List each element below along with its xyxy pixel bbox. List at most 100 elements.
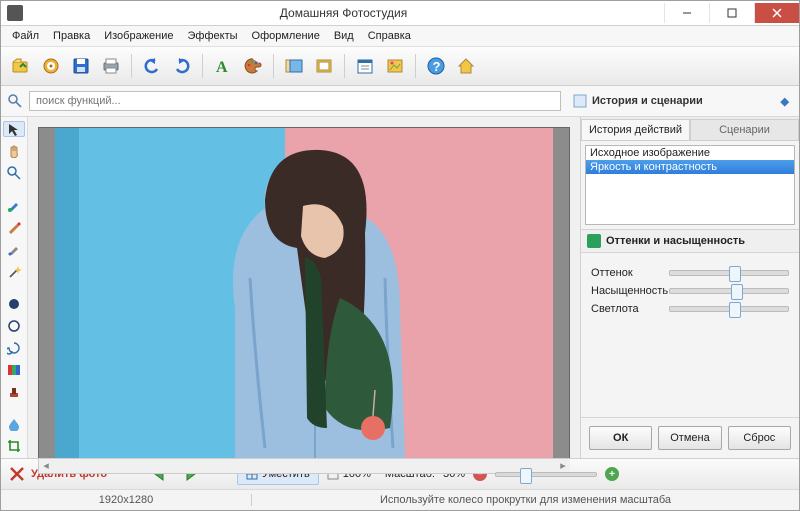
tool-strip bbox=[1, 117, 28, 458]
slider-hue-label: Оттенок bbox=[591, 267, 669, 279]
svg-text:A: A bbox=[216, 59, 228, 76]
lighten-tool[interactable] bbox=[3, 318, 25, 334]
scroll-right-icon[interactable]: ▸ bbox=[556, 459, 570, 471]
help-button[interactable]: ? bbox=[422, 52, 450, 80]
horizontal-scrollbar[interactable]: ◂ ▸ bbox=[38, 459, 570, 474]
palette-button[interactable] bbox=[239, 52, 267, 80]
search-row: История и сценарии ◆ bbox=[1, 86, 799, 117]
print-button[interactable] bbox=[97, 52, 125, 80]
menu-help[interactable]: Справка bbox=[361, 28, 418, 44]
redo-button[interactable] bbox=[168, 52, 196, 80]
undo-button[interactable] bbox=[138, 52, 166, 80]
home-button[interactable] bbox=[452, 52, 480, 80]
body: ◂ ▸ История действий Сценарии Исходное и… bbox=[1, 117, 799, 458]
history-tabs: История действий Сценарии bbox=[581, 117, 799, 141]
postcard-button[interactable] bbox=[381, 52, 409, 80]
main-toolbar: A ? bbox=[1, 47, 799, 86]
menu-image[interactable]: Изображение bbox=[97, 28, 180, 44]
slider-lightness-track[interactable] bbox=[669, 306, 789, 312]
toolbar-separator bbox=[415, 54, 416, 78]
search-input[interactable] bbox=[29, 91, 561, 111]
slider-saturation: Насыщенность bbox=[591, 285, 789, 297]
slider-hue-track[interactable] bbox=[669, 270, 789, 276]
photo-content bbox=[55, 128, 553, 458]
hsv-panel-header: Оттенки и насыщенность bbox=[581, 229, 799, 253]
status-hint: Используйте колесо прокрутки для изменен… bbox=[252, 494, 799, 506]
stamp-tool[interactable] bbox=[3, 384, 25, 400]
menu-bar: Файл Правка Изображение Эффекты Оформлен… bbox=[1, 26, 799, 47]
zoom-in-button[interactable]: + bbox=[605, 467, 619, 481]
catalog-button[interactable] bbox=[37, 52, 65, 80]
zoom-slider-thumb[interactable] bbox=[520, 468, 532, 484]
history-panel-header: История и сценарии ◆ bbox=[565, 94, 795, 108]
svg-text:?: ? bbox=[433, 59, 441, 74]
menu-file[interactable]: Файл bbox=[5, 28, 46, 44]
save-button[interactable] bbox=[67, 52, 95, 80]
status-dimensions: 1920x1280 bbox=[1, 494, 252, 506]
slider-lightness-thumb[interactable] bbox=[729, 302, 741, 318]
close-button[interactable] bbox=[754, 3, 799, 23]
app-window: Домашняя Фотостудия Файл Правка Изображе… bbox=[0, 0, 800, 511]
reset-button[interactable]: Сброс bbox=[728, 426, 791, 450]
history-item[interactable]: Исходное изображение bbox=[586, 146, 794, 160]
slider-lightness-label: Светлота bbox=[591, 303, 669, 315]
tab-history[interactable]: История действий bbox=[581, 119, 690, 140]
status-bar: 1920x1280 Используйте колесо прокрутки д… bbox=[1, 489, 799, 510]
history-item-selected[interactable]: Яркость и контрастность bbox=[586, 160, 794, 174]
minimize-button[interactable] bbox=[664, 3, 709, 23]
collapse-icon[interactable]: ◆ bbox=[781, 95, 789, 108]
text-tool-button[interactable]: A bbox=[209, 52, 237, 80]
image-tool-2[interactable] bbox=[310, 52, 338, 80]
hand-tool[interactable] bbox=[3, 143, 25, 159]
toolbar-separator bbox=[273, 54, 274, 78]
open-button[interactable] bbox=[7, 52, 35, 80]
right-panel: История действий Сценарии Исходное изобр… bbox=[580, 117, 799, 458]
menu-edit[interactable]: Правка bbox=[46, 28, 97, 44]
toolbar-separator bbox=[202, 54, 203, 78]
hsv-button-row: ОК Отмена Сброс bbox=[581, 417, 799, 458]
dropper-tool[interactable] bbox=[3, 241, 25, 257]
slider-saturation-thumb[interactable] bbox=[731, 284, 743, 300]
zoom-tool[interactable] bbox=[3, 165, 25, 181]
hsv-panel-title: Оттенки и насыщенность bbox=[606, 235, 745, 247]
crop-tool[interactable] bbox=[3, 438, 25, 454]
hsv-sliders: Оттенок Насыщенность Светлота bbox=[581, 253, 799, 329]
history-list[interactable]: Исходное изображение Яркость и контрастн… bbox=[585, 145, 795, 225]
title-bar: Домашняя Фотостудия bbox=[1, 1, 799, 26]
image-tool-1[interactable] bbox=[280, 52, 308, 80]
zoom-slider[interactable] bbox=[495, 472, 597, 477]
wand-tool[interactable] bbox=[3, 263, 25, 279]
blur-tool[interactable] bbox=[3, 416, 25, 432]
rgb-tool[interactable] bbox=[3, 362, 25, 378]
scroll-left-icon[interactable]: ◂ bbox=[39, 459, 53, 471]
history-panel-title: История и сценарии bbox=[592, 95, 703, 107]
slider-hue: Оттенок bbox=[591, 267, 789, 279]
toolbar-separator bbox=[131, 54, 132, 78]
calendar-button[interactable] bbox=[351, 52, 379, 80]
menu-view[interactable]: Вид bbox=[327, 28, 361, 44]
swirl-tool[interactable] bbox=[3, 340, 25, 356]
menu-effects[interactable]: Эффекты bbox=[181, 28, 245, 44]
toolbar-separator bbox=[344, 54, 345, 78]
pointer-tool[interactable] bbox=[3, 121, 25, 137]
tab-scenarios[interactable]: Сценарии bbox=[690, 119, 799, 140]
window-title: Домашняя Фотостудия bbox=[23, 6, 664, 20]
menu-design[interactable]: Оформление bbox=[245, 28, 327, 44]
image-canvas[interactable] bbox=[38, 127, 570, 459]
slider-hue-thumb[interactable] bbox=[729, 266, 741, 282]
slider-saturation-track[interactable] bbox=[669, 288, 789, 294]
canvas-area: ◂ ▸ bbox=[28, 117, 580, 474]
darken-tool[interactable] bbox=[3, 296, 25, 312]
slider-lightness: Светлота bbox=[591, 303, 789, 315]
ok-button[interactable]: ОК bbox=[589, 426, 652, 450]
delete-icon bbox=[9, 466, 25, 482]
pencil-tool[interactable] bbox=[3, 219, 25, 235]
maximize-button[interactable] bbox=[709, 3, 754, 23]
canvas-wrap: ◂ ▸ bbox=[28, 117, 580, 458]
brush-tool[interactable] bbox=[3, 197, 25, 213]
cancel-button[interactable]: Отмена bbox=[658, 426, 721, 450]
search-icon bbox=[5, 91, 25, 111]
slider-saturation-label: Насыщенность bbox=[591, 285, 669, 297]
hsv-icon bbox=[587, 234, 601, 248]
app-icon bbox=[7, 5, 23, 21]
